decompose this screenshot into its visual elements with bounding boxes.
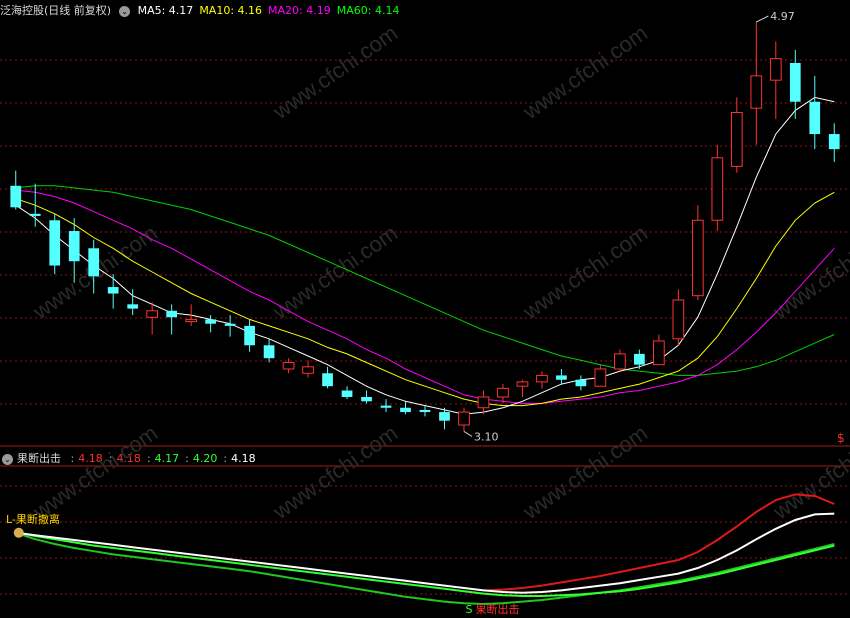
candle-body [322, 373, 333, 387]
candle-body [711, 157, 724, 221]
money-bag-icon [13, 527, 24, 538]
watermark-text: www.cfchi.com [518, 420, 652, 524]
watermark-text: www.cfchi.com [28, 420, 162, 524]
stock-chart: www.cfchi.com www.cfchi.com www.cfchi.com w… [0, 10, 850, 616]
candle-body [185, 318, 197, 323]
low-marker-line [463, 431, 473, 437]
indicator-white-line [15, 512, 835, 594]
candle-body [166, 310, 178, 318]
candle-body [536, 374, 548, 383]
candle-body [497, 387, 509, 398]
high-price-label: 4.97 [770, 10, 795, 23]
candle-body [107, 287, 119, 294]
candle-body [809, 101, 821, 135]
candle-body [400, 407, 411, 413]
candle-body [477, 396, 490, 409]
candle-body [29, 213, 41, 216]
candle-body [68, 231, 80, 262]
candle-body [614, 353, 626, 370]
candle-body [575, 379, 587, 387]
watermark-text: www.cfchi.com [518, 220, 652, 324]
candle-body [263, 345, 275, 359]
candle-body [439, 412, 450, 421]
candle-body [789, 62, 801, 102]
ma20-line [15, 189, 835, 404]
candle-body [341, 390, 353, 397]
candle-body [594, 368, 607, 387]
candle-body [769, 58, 782, 81]
candle-body [419, 409, 431, 413]
watermark-text: www.cfchi.com [518, 20, 652, 124]
candle-body [516, 381, 529, 387]
high-marker-line [756, 15, 769, 23]
sell-signal-label: L-果断撤离 [6, 512, 60, 526]
low-price-label: 3.10 [474, 430, 499, 443]
candle-body [282, 362, 295, 370]
candle-body [730, 112, 743, 167]
candle-body [302, 366, 314, 374]
candle-body [634, 353, 645, 365]
candle-body [750, 75, 763, 109]
candle-body [672, 299, 685, 340]
candle-body [380, 405, 392, 408]
candle-body [458, 411, 470, 426]
candle-body [828, 134, 840, 150]
candle-body [146, 310, 159, 318]
candle-body [88, 248, 100, 277]
candle-body [556, 375, 567, 380]
indicator-upper-green-line [15, 531, 835, 597]
candle-body [361, 396, 372, 402]
candle-body [49, 220, 61, 266]
candle-body [127, 304, 139, 309]
dollar-s-icon: S [465, 603, 472, 616]
watermark-text: www.cfchi.com [268, 220, 402, 324]
candle-body [10, 185, 22, 208]
buy-signal-label: 果断出击 [475, 602, 519, 616]
candle-body [205, 319, 216, 324]
candle-body [691, 219, 704, 297]
candle-body [244, 325, 255, 346]
candle-body [653, 340, 665, 366]
watermark-text: www.cfchi.com [768, 220, 850, 324]
watermark-text: www.cfchi.com [268, 20, 402, 124]
corner-dollar-mark: $ [837, 431, 845, 445]
candle-body [224, 323, 236, 326]
watermark-text: www.cfchi.com [268, 420, 402, 524]
